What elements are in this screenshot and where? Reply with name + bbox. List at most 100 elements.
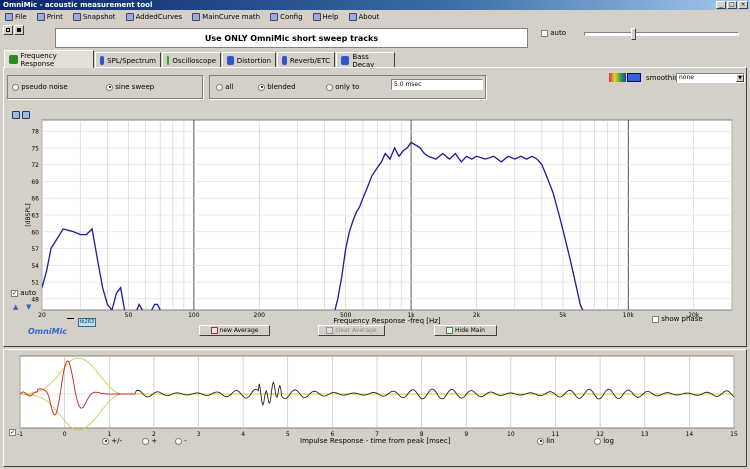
menu-snapshot[interactable]: Snapshot — [68, 10, 121, 23]
smoothing-select[interactable]: none — [676, 73, 745, 83]
fr-auto-checkbox[interactable]: ✓ auto — [11, 289, 36, 297]
fr-auto-label: auto — [20, 289, 36, 297]
instruction-banner: Use ONLY OmniMic short sweep tracks — [55, 28, 528, 48]
tab-icon — [282, 56, 287, 65]
ir-x-tick: 3 — [197, 431, 201, 438]
ir-plus-label: + — [151, 437, 158, 445]
tab-icon — [9, 55, 18, 64]
tab-frequency-response[interactable]: Frequency Response — [4, 50, 94, 68]
menu-about[interactable]: About — [344, 10, 385, 23]
fr-y-tick: 48 — [31, 296, 39, 303]
frequency-response-chart[interactable]: 787572696663605754514820 50 100 200 500 1k 2k 5… — [0, 115, 750, 325]
minimize-button[interactable]: _ — [716, 1, 726, 9]
clear-icon — [326, 327, 334, 334]
level-slider-track[interactable] — [584, 32, 739, 36]
curves-icon — [125, 12, 134, 21]
hide-main-label: Hide Main — [455, 327, 485, 334]
clear-average-button[interactable]: clear Average — [318, 325, 385, 336]
fr-y-tick: 78 — [31, 129, 39, 136]
menu-label: Snapshot — [82, 12, 116, 21]
ir-plusminus-radio[interactable]: +/- — [102, 437, 122, 445]
ir-x-tick: 13 — [641, 431, 649, 438]
sine-sweep-label: sine sweep — [115, 83, 155, 91]
overlay-icon[interactable] — [627, 73, 641, 82]
ir-x-tick: 14 — [686, 431, 694, 438]
scroll-down-icon[interactable]: ▼ — [26, 303, 31, 311]
fr-x-tick: 10k — [623, 312, 635, 319]
tk263-badge[interactable]: tk263 — [78, 318, 96, 327]
hide-main-button[interactable]: Hide Main — [434, 325, 497, 336]
fr-y-tick: 51 — [31, 280, 39, 287]
tab-label: Reverb/ETC — [289, 56, 330, 65]
clear-average-label: clear Average — [335, 327, 377, 334]
tab-oscilloscope[interactable]: Oscilloscope — [162, 52, 221, 68]
show-phase-checkbox[interactable]: show phase — [652, 315, 703, 323]
menu-print[interactable]: Print — [32, 10, 68, 23]
ir-minus-radio[interactable]: - — [175, 437, 187, 445]
scroll-up-icon[interactable]: ▲ — [13, 303, 18, 311]
tab-icon — [167, 56, 170, 65]
chevron-down-icon[interactable]: ▼ — [736, 74, 744, 82]
menu-file[interactable]: File — [0, 10, 32, 23]
menu-addedcurves[interactable]: AddedCurves — [121, 10, 188, 23]
ir-minus-label: - — [184, 437, 187, 445]
tab-distortion[interactable]: Distortion — [222, 52, 276, 68]
ir-x-tick: -1 — [17, 431, 23, 438]
ir-plus-radio[interactable]: + — [142, 437, 157, 445]
menu-maincurve-math[interactable]: MainCurve math — [187, 10, 265, 23]
tab-bass-decay[interactable]: Bass Decay — [336, 52, 395, 69]
ir-x-tick: 0 — [63, 431, 67, 438]
menu-config[interactable]: Config — [265, 10, 307, 23]
menu-label: Config — [280, 12, 303, 21]
ir-x-tick: 9 — [464, 431, 468, 438]
gate-only-to-radio[interactable]: only to — [326, 83, 359, 91]
gate-time-input[interactable]: 5.0 msec — [391, 79, 483, 90]
ir-log-radio[interactable]: log — [594, 437, 614, 445]
menu-label: AddedCurves — [135, 12, 183, 21]
new-average-button[interactable]: new Average — [199, 325, 270, 336]
ir-x-tick: 4 — [241, 431, 245, 438]
folder-icon — [5, 12, 13, 21]
fr-x-axis-label: Frequency Response -freq [Hz] — [333, 317, 441, 325]
pseudo-noise-radio[interactable]: pseudo noise — [12, 83, 68, 91]
show-phase-label: show phase — [661, 315, 703, 323]
window-controls: _ □ × — [716, 1, 748, 9]
gate-all-label: all — [225, 83, 234, 91]
ir-log-label: log — [603, 437, 614, 445]
gate-all-radio[interactable]: all — [216, 83, 233, 91]
menu-help[interactable]: Help — [308, 10, 344, 23]
new-average-label: new Average — [219, 327, 259, 334]
menu-label: Print — [46, 12, 63, 21]
ir-x-tick: 15 — [730, 431, 738, 438]
fr-y-tick: 69 — [31, 179, 39, 186]
fr-x-tick: 2k — [473, 312, 481, 319]
level-slider-thumb[interactable] — [631, 28, 636, 40]
fr-y-tick: 72 — [31, 162, 39, 169]
tab-label: Distortion — [236, 56, 271, 65]
menu-label: MainCurve math — [202, 12, 261, 21]
calculator-icon — [192, 12, 201, 21]
pseudo-noise-label: pseudo noise — [21, 83, 68, 91]
printer-icon — [36, 12, 45, 21]
minus-icon[interactable] — [67, 318, 74, 319]
color-spectrum-icon[interactable] — [609, 73, 626, 82]
wrench-icon — [270, 12, 279, 21]
smoothing-value: none — [679, 74, 694, 81]
tab-label: Frequency Response — [20, 51, 57, 68]
layout-icon[interactable] — [3, 25, 13, 35]
menu-bar: File Print Snapshot AddedCurves MainCurve ma… — [0, 10, 750, 23]
tab-spl-spectrum[interactable]: SPL/Spectrum — [95, 52, 161, 68]
layout-split-icon[interactable] — [14, 25, 24, 35]
maximize-button[interactable]: □ — [727, 1, 737, 9]
sine-sweep-radio[interactable]: sine sweep — [106, 83, 154, 91]
auto-checkbox[interactable]: auto — [541, 29, 566, 37]
fr-y-tick: 66 — [31, 196, 39, 203]
close-button[interactable]: × — [738, 1, 748, 9]
gate-blended-radio[interactable]: blended — [258, 83, 296, 91]
fr-x-tick: 20 — [38, 312, 46, 319]
snapshot-icon — [72, 12, 81, 21]
tab-reverb-etc[interactable]: Reverb/ETC — [277, 52, 335, 68]
ir-auto-checkbox[interactable]: ✓ — [9, 428, 16, 436]
ir-lin-radio[interactable]: lin — [537, 437, 555, 445]
ir-x-tick: 5 — [286, 431, 290, 438]
